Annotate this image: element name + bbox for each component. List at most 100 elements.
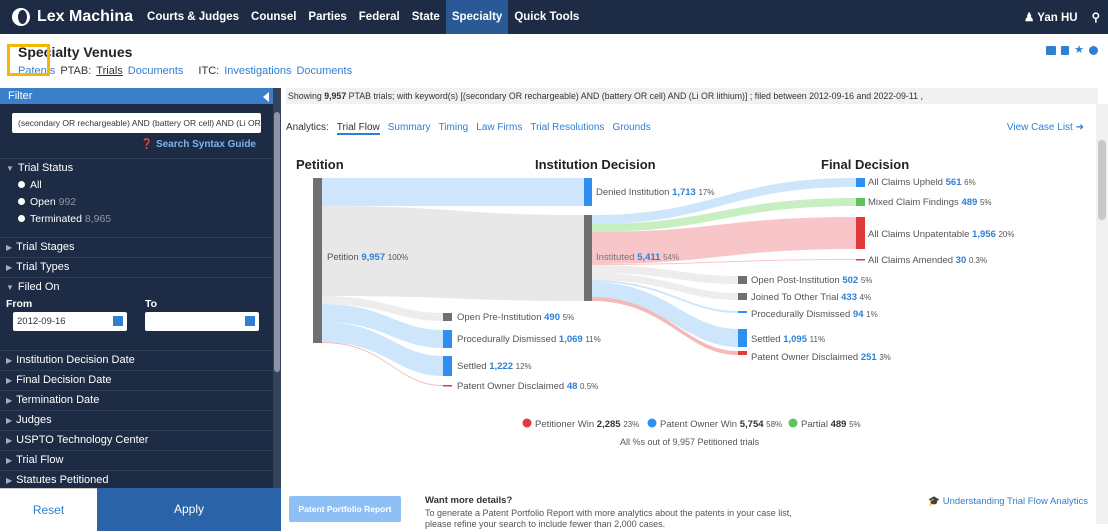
graduation-cap-icon: 🎓 — [928, 496, 943, 507]
node-proc-dismissed-pre[interactable] — [443, 330, 452, 348]
help-icon: ❓ — [140, 139, 156, 150]
logo-icon — [12, 8, 30, 26]
email-icon[interactable] — [1046, 46, 1057, 55]
trial-stages-section[interactable]: ▶ Trial Stages — [0, 237, 273, 255]
scroll-thumb[interactable] — [274, 112, 280, 372]
search-icon[interactable]: ⚲ — [1092, 10, 1100, 24]
termination-date-section[interactable]: ▶ Termination Date — [0, 390, 273, 408]
scroll-thumb[interactable] — [1098, 140, 1106, 220]
node-amended[interactable] — [856, 259, 865, 261]
tab-summary[interactable]: Summary — [388, 122, 431, 135]
to-date-input[interactable] — [145, 312, 259, 331]
understanding-trial-flow-link[interactable]: 🎓 Understanding Trial Flow Analytics — [928, 496, 1088, 507]
institution-decision-date-section[interactable]: ▶ Institution Decision Date — [0, 350, 273, 368]
nav-quick-tools[interactable]: Quick Tools — [508, 0, 585, 34]
node-po-disclaimed-post[interactable] — [738, 351, 747, 355]
itc-documents-link[interactable]: Documents — [296, 65, 352, 77]
logo[interactable]: Lex Machina — [12, 8, 133, 26]
document-icon[interactable] — [1061, 46, 1070, 55]
trials-link[interactable]: Trials — [96, 65, 122, 77]
node-settled-post[interactable] — [738, 329, 747, 347]
help-icon[interactable] — [1089, 46, 1098, 55]
patent-portfolio-report-button[interactable]: Patent Portfolio Report — [289, 496, 401, 522]
syntax-guide-label: Search Syntax Guide — [155, 139, 256, 150]
uspto-tech-center-section[interactable]: ▶ USPTO Technology Center — [0, 430, 273, 448]
user-menu[interactable]: ♟ Yan HU — [1024, 10, 1078, 24]
user-name: Yan HU — [1037, 12, 1078, 24]
view-case-list-link[interactable]: View Case List ➜ — [1007, 122, 1084, 133]
legend-partial: Partial 489 5% — [801, 419, 861, 430]
from-label: From — [6, 298, 33, 310]
filter-sidebar: Filter (secondary OR rechargeable) AND (… — [0, 88, 281, 531]
nav-state[interactable]: State — [406, 0, 446, 34]
node-petition[interactable] — [313, 178, 322, 343]
search-syntax-guide-link[interactable]: ❓ Search Syntax Guide — [141, 139, 256, 150]
node-proc-dismissed-post[interactable] — [738, 311, 747, 313]
analytics-tabs: Analytics: Trial Flow Summary Timing Law… — [286, 122, 651, 135]
collapse-icon[interactable] — [263, 92, 269, 102]
node-unpatentable[interactable] — [856, 217, 865, 249]
from-date-input[interactable]: 2012-09-16 — [13, 312, 127, 331]
nav-specialty[interactable]: Specialty — [445, 0, 509, 34]
status-all-radio[interactable]: All — [18, 179, 42, 191]
flow-denied[interactable] — [322, 178, 584, 206]
trial-flow-diagram: Petition Institution Decision Final Deci… — [296, 157, 1014, 447]
node-upheld[interactable] — [856, 178, 865, 187]
date-filter-chip[interactable]: filed between 2012-09-16 and 2022-09-11 — [755, 91, 918, 101]
reset-button[interactable]: Reset — [0, 488, 97, 531]
final-decision-date-section[interactable]: ▶ Final Decision Date — [0, 370, 273, 388]
trial-flow-section[interactable]: ▶ Trial Flow — [0, 450, 273, 468]
tab-trial-resolutions[interactable]: Trial Resolutions — [530, 122, 604, 135]
label-instituted: Instituted 5,411 54% — [596, 252, 679, 263]
node-settled-pre[interactable] — [443, 356, 452, 376]
tab-trial-flow[interactable]: Trial Flow — [336, 122, 380, 135]
main-content: Showing 9,957 PTAB trials; with keyword(… — [286, 88, 1108, 531]
label-settled-pre: Settled 1,222 12% — [457, 361, 532, 372]
node-instituted[interactable] — [584, 215, 592, 301]
investigations-link[interactable]: Investigations — [224, 65, 291, 77]
nav-counsel[interactable]: Counsel — [245, 0, 302, 34]
institution-column-header: Institution Decision — [535, 157, 656, 172]
top-nav: Lex Machina Courts & Judges Counsel Part… — [0, 0, 1108, 34]
nav-federal[interactable]: Federal — [353, 0, 406, 34]
judges-section[interactable]: ▶ Judges — [0, 410, 273, 428]
node-open-pre[interactable] — [443, 313, 452, 321]
legend-petitioner: Petitioner Win 2,285 23% — [535, 419, 639, 430]
status-all-label: All — [30, 179, 42, 191]
status-open-radio[interactable]: Open 992 — [18, 196, 76, 208]
apply-button[interactable]: Apply — [97, 488, 281, 531]
calendar-icon[interactable] — [245, 316, 255, 326]
label-open-pre: Open Pre-Institution 490 5% — [457, 312, 574, 323]
nav-parties[interactable]: Parties — [302, 0, 352, 34]
star-icon[interactable]: ★ — [1074, 45, 1084, 56]
label-unpatentable: All Claims Unpatentable 1,956 20% — [868, 229, 1014, 240]
node-mixed[interactable] — [856, 198, 865, 206]
status-open-count: 992 — [58, 196, 77, 208]
node-open-post[interactable] — [738, 276, 747, 284]
ptab-documents-link[interactable]: Documents — [128, 65, 184, 77]
statutes-petitioned-section[interactable]: ▶ Statutes Petitioned — [0, 470, 273, 488]
keyword-filter-chip[interactable]: with keyword(s) [(secondary OR rechargea… — [397, 91, 748, 101]
filed-on-section[interactable]: ▼ Filed On — [0, 277, 273, 295]
from-date-value: 2012-09-16 — [17, 316, 66, 327]
tab-timing[interactable]: Timing — [439, 122, 469, 135]
node-po-disclaimed-pre[interactable] — [443, 385, 452, 387]
label-joined: Joined To Other Trial 433 4% — [751, 292, 871, 303]
highlight-box — [7, 44, 50, 76]
keyword-search-input[interactable]: (secondary OR rechargeable) AND (battery… — [12, 113, 261, 133]
label-proc-dismissed-pre: Procedurally Dismissed 1,069 11% — [457, 334, 601, 345]
tab-law-firms[interactable]: Law Firms — [476, 122, 522, 135]
sidebar-scrollbar[interactable] — [273, 88, 281, 488]
main-scrollbar[interactable] — [1096, 104, 1108, 524]
tab-grounds[interactable]: Grounds — [612, 122, 650, 135]
caret-right-icon: ▶ — [6, 243, 13, 252]
ptab-label: PTAB: — [60, 65, 92, 77]
node-denied[interactable] — [584, 178, 592, 206]
status-terminated-radio[interactable]: Terminated 8,965 — [18, 213, 111, 225]
separator: ; — [749, 91, 753, 101]
trial-status-section[interactable]: ▼ Trial Status — [0, 158, 273, 176]
node-joined[interactable] — [738, 293, 747, 300]
trial-types-section[interactable]: ▶ Trial Types — [0, 257, 273, 275]
nav-courts-judges[interactable]: Courts & Judges — [141, 0, 245, 34]
calendar-icon[interactable] — [113, 316, 123, 326]
